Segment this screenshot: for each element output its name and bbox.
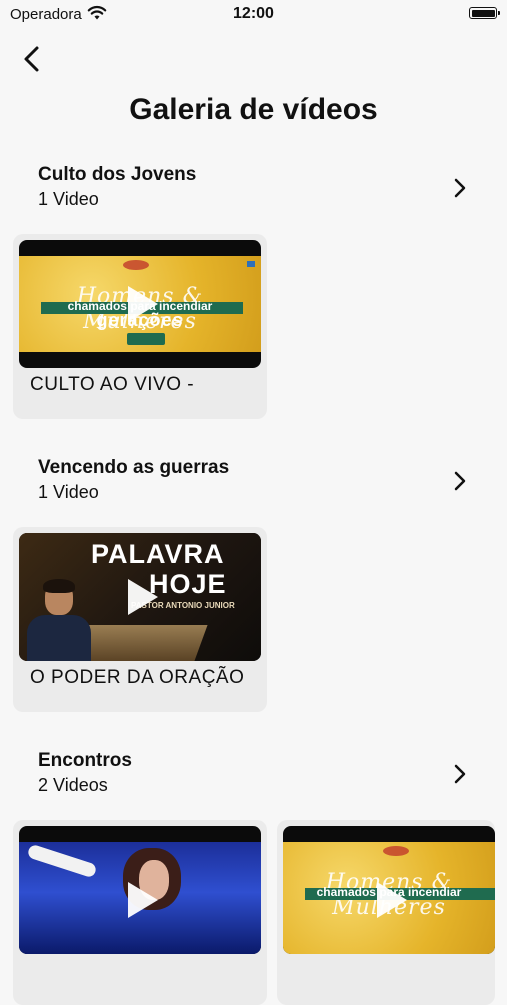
section-culto-dos-jovens[interactable]: Culto dos Jovens 1 Video bbox=[38, 164, 478, 214]
play-icon[interactable] bbox=[128, 286, 158, 322]
status-bar: Operadora 12:00 bbox=[0, 0, 507, 30]
speaker-portrait bbox=[27, 579, 91, 661]
section-count: 1 Video bbox=[38, 189, 99, 209]
battery-icon bbox=[469, 7, 500, 19]
play-icon[interactable] bbox=[377, 882, 407, 918]
section-vencendo-as-guerras[interactable]: Vencendo as guerras 1 Video bbox=[38, 457, 478, 507]
thumb-text: PALAVRA bbox=[91, 539, 225, 569]
video-thumbnail[interactable]: Homens & Mulheres chamados para incendia… bbox=[19, 240, 261, 368]
video-title: CULTO AO VIVO - bbox=[30, 374, 195, 395]
play-icon[interactable] bbox=[128, 882, 158, 918]
video-card-encontros-2[interactable]: Homens & Mulheres chamados para incendia… bbox=[277, 820, 495, 1005]
status-time: 12:00 bbox=[233, 5, 274, 22]
chevron-right-icon[interactable] bbox=[452, 177, 468, 199]
section-encontros[interactable]: Encontros 2 Videos bbox=[38, 750, 478, 800]
chevron-right-icon[interactable] bbox=[452, 763, 468, 785]
video-card-encontros-1[interactable] bbox=[13, 820, 267, 1005]
video-thumbnail[interactable]: Homens & Mulheres chamados para incendia… bbox=[283, 826, 495, 954]
video-title: O PODER DA ORAÇÃO bbox=[30, 667, 245, 688]
section-count: 1 Video bbox=[38, 482, 99, 502]
section-name: Culto dos Jovens bbox=[38, 164, 197, 185]
section-name: Vencendo as guerras bbox=[38, 457, 230, 478]
video-thumbnail[interactable]: PALAVRA HOJE PASTOR ANTONIO JUNIOR bbox=[19, 533, 261, 661]
section-count: 2 Videos bbox=[38, 775, 108, 795]
video-card-culto-ao-vivo[interactable]: Homens & Mulheres chamados para incendia… bbox=[13, 234, 267, 419]
chevron-right-icon[interactable] bbox=[452, 470, 468, 492]
thumb-text: HOJE bbox=[149, 569, 227, 599]
page-title: Galeria de vídeos bbox=[129, 93, 378, 126]
back-button[interactable] bbox=[18, 44, 48, 74]
video-thumbnail[interactable] bbox=[19, 826, 261, 954]
section-name: Encontros bbox=[38, 750, 132, 771]
play-icon[interactable] bbox=[128, 579, 158, 615]
video-card-o-poder-da-oracao[interactable]: PALAVRA HOJE PASTOR ANTONIO JUNIOR O POD… bbox=[13, 527, 267, 712]
